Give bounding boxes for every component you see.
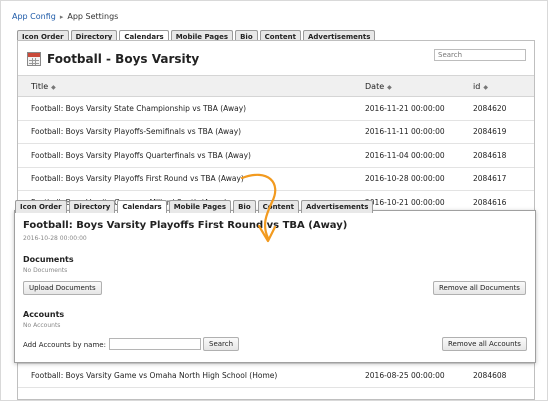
table-row[interactable]: Football: Boys Varsity Playoffs-Semifina…	[18, 121, 534, 144]
row-title: Football: Boys Varsity State Championshi…	[31, 103, 247, 113]
row-date: 2016-08-25 00:00:00	[365, 370, 445, 380]
search-input[interactable]	[434, 49, 526, 61]
remove-all-accounts-button[interactable]: Remove all Accounts	[442, 337, 527, 351]
row-title: Football: Boys Varsity Playoffs Quarterf…	[31, 150, 251, 160]
account-name-input[interactable]	[109, 338, 201, 350]
table-row[interactable]: Football: Boys Varsity Playoffs Quarterf…	[18, 144, 534, 168]
table-row[interactable]: Football: Boys Varsity Game vs Omaha Nor…	[18, 363, 534, 388]
chevron-right-icon: ▸	[59, 12, 64, 21]
column-date-header[interactable]: Date ◆	[353, 82, 463, 91]
event-title: Football: Boys Varsity Playoffs First Ro…	[23, 220, 348, 231]
documents-empty-text: No Documents	[23, 267, 68, 274]
row-title: Football: Boys Varsity Playoffs-Semifina…	[31, 127, 242, 137]
breadcrumb-app-settings: App Settings	[67, 12, 119, 21]
accounts-heading: Accounts	[23, 310, 65, 319]
accounts-empty-text: No Accounts	[23, 322, 61, 329]
event-date: 2016-10-28 00:00:00	[23, 235, 87, 242]
row-date: 2016-11-21 00:00:00	[365, 103, 445, 113]
sort-icon: ◆	[483, 83, 488, 91]
row-id: 2084616	[473, 197, 507, 207]
calendar-title: Football - Boys Varsity	[47, 52, 200, 66]
calendar-title-row: Football - Boys Varsity	[27, 52, 199, 66]
tab-advertisements[interactable]: Advertisements	[300, 200, 374, 213]
tab-bar-front: Icon Order Directory Calendars Mobile Pa…	[15, 200, 374, 213]
column-title-header[interactable]: Title ◆	[18, 82, 353, 91]
sort-icon: ◆	[387, 83, 392, 91]
tab-content[interactable]: Content	[257, 200, 299, 213]
tab-mobile-pages[interactable]: Mobile Pages	[168, 200, 232, 213]
row-id: 2084620	[473, 103, 507, 113]
row-id: 2084618	[473, 150, 507, 160]
add-accounts-label: Add Accounts by name:	[23, 341, 106, 349]
row-title: Football: Boys Varsity Playoffs First Ro…	[31, 174, 244, 184]
breadcrumb-app-config[interactable]: App Config	[12, 12, 56, 21]
documents-heading: Documents	[23, 255, 74, 264]
column-id-header[interactable]: id ◆	[463, 82, 534, 91]
remove-all-documents-button[interactable]: Remove all Documents	[433, 281, 526, 295]
sort-icon: ◆	[51, 83, 56, 91]
row-id: 2084619	[473, 127, 507, 137]
breadcrumb: App Config ▸ App Settings	[12, 12, 118, 21]
events-table: Title ◆ Date ◆ id ◆ Football: Boys Varsity …	[18, 75, 534, 215]
tab-directory[interactable]: Directory	[68, 200, 116, 213]
table-header: Title ◆ Date ◆ id ◆	[18, 75, 534, 97]
tab-calendars[interactable]: Calendars	[117, 200, 167, 213]
row-title: Football: Boys Varsity Game vs Omaha Nor…	[31, 370, 278, 380]
calendar-icon	[27, 52, 41, 66]
row-id: 2084617	[473, 174, 507, 184]
tab-bio[interactable]: Bio	[233, 200, 256, 213]
table-row[interactable]: Football: Boys Varsity Playoffs First Ro…	[18, 168, 534, 191]
table-row[interactable]: Football: Boys Varsity State Championshi…	[18, 97, 534, 121]
event-detail-popup: Football: Boys Varsity Playoffs First Ro…	[14, 210, 536, 363]
row-date: 2016-11-04 00:00:00	[365, 150, 445, 160]
row-id: 2084608	[473, 370, 507, 380]
row-date: 2016-10-28 00:00:00	[365, 174, 445, 184]
account-search-button[interactable]: Search	[203, 337, 240, 351]
upload-documents-button[interactable]: Upload Documents	[23, 281, 102, 295]
row-date: 2016-11-11 00:00:00	[365, 127, 445, 137]
tab-icon-order[interactable]: Icon Order	[15, 200, 67, 213]
